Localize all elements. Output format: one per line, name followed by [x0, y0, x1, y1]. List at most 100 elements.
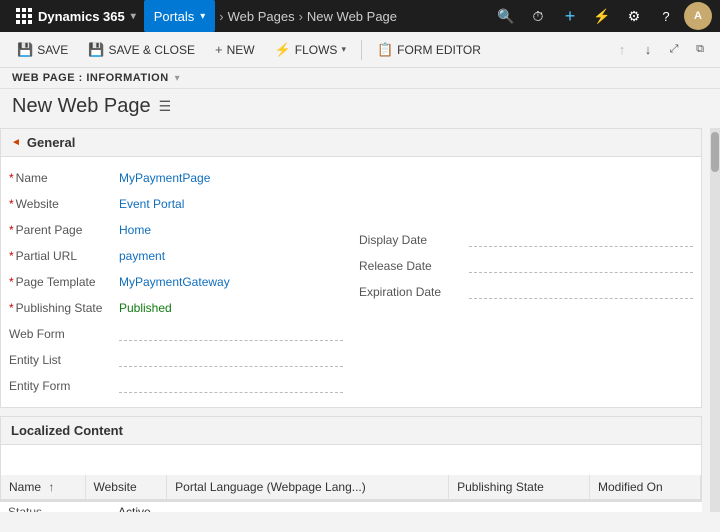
scroll-content: ◄ General Name MyPaymentPage Website Eve…: [0, 128, 702, 512]
field-entity-form: Entity Form: [9, 373, 343, 399]
top-bar: Dynamics 365 ▾ Portals ▾ › Web Pages › N…: [0, 0, 720, 32]
expiration-date-value[interactable]: [469, 283, 693, 299]
save-close-button[interactable]: 💾 SAVE & CLOSE: [79, 36, 204, 64]
command-bar: 💾 SAVE 💾 SAVE & CLOSE + NEW ⚡ FLOWS ▾ 📋 …: [0, 32, 720, 68]
scroll-area: ◄ General Name MyPaymentPage Website Eve…: [0, 128, 720, 512]
col-publishing-state[interactable]: Publishing State: [449, 475, 590, 500]
field-partial-url: Partial URL payment: [9, 243, 343, 269]
breadcrumb-sep-2: ›: [299, 9, 303, 24]
page-template-label: Page Template: [9, 273, 119, 289]
col-website-label: Website: [94, 480, 137, 494]
field-parent-page: Parent Page Home: [9, 217, 343, 243]
current-page-breadcrumb: New Web Page: [307, 9, 397, 24]
new-label: NEW: [227, 43, 255, 57]
add-icon[interactable]: +: [556, 2, 584, 30]
partial-url-label: Partial URL: [9, 247, 119, 263]
save-button[interactable]: 💾 SAVE: [8, 36, 77, 64]
parent-page-value[interactable]: Home: [119, 221, 343, 237]
breadcrumb-chevron[interactable]: ▾: [175, 73, 180, 84]
flows-label: FLOWS: [295, 43, 338, 57]
breadcrumb-sep-1: ›: [219, 9, 223, 24]
web-pages-breadcrumb[interactable]: Web Pages: [228, 9, 295, 24]
localized-body: [1, 445, 701, 475]
entity-form-value[interactable]: [119, 377, 343, 393]
scrollbar-track[interactable]: [710, 128, 720, 512]
field-expiration-date: Expiration Date: [359, 279, 693, 305]
app-logo[interactable]: Dynamics 365 ▾: [8, 8, 144, 24]
search-icon[interactable]: 🔍: [492, 2, 520, 30]
col-name-label: Name: [9, 480, 41, 494]
scrollbar-thumb[interactable]: [711, 132, 719, 172]
publishing-state-label: Publishing State: [9, 299, 119, 315]
field-page-template: Page Template MyPaymentGateway: [9, 269, 343, 295]
breadcrumb-label: WEB PAGE : INFORMATION: [12, 72, 169, 84]
save-close-label: SAVE & CLOSE: [109, 43, 195, 57]
flows-button[interactable]: ⚡ FLOWS ▾: [266, 36, 355, 64]
cmd-right: ↑ ↓ ⤢ ⧉: [610, 38, 712, 62]
parent-page-label: Parent Page: [9, 221, 119, 237]
new-button[interactable]: + NEW: [206, 36, 264, 64]
form-editor-label: FORM EDITOR: [397, 43, 481, 57]
clock-icon[interactable]: ⏱: [524, 2, 552, 30]
col-name[interactable]: Name ↑: [1, 475, 85, 500]
partial-url-value[interactable]: payment: [119, 247, 343, 263]
section-toggle[interactable]: ◄: [11, 137, 21, 148]
save-label: SAVE: [37, 43, 68, 57]
general-form-fields: Name MyPaymentPage Website Event Portal …: [1, 157, 701, 407]
localized-section-header: Localized Content: [1, 417, 701, 445]
general-section-header: ◄ General: [1, 129, 701, 157]
website-value[interactable]: Event Portal: [119, 195, 343, 211]
save-close-icon: 💾: [88, 42, 104, 58]
release-date-value[interactable]: [469, 257, 693, 273]
form-editor-button[interactable]: 📋 FORM EDITOR: [368, 36, 490, 64]
col-website[interactable]: Website: [85, 475, 167, 500]
expiration-date-label: Expiration Date: [359, 283, 469, 299]
save-icon: 💾: [17, 42, 33, 58]
help-icon[interactable]: ?: [652, 2, 680, 30]
avatar[interactable]: A: [684, 2, 712, 30]
expand-button[interactable]: ⤢: [662, 38, 686, 62]
page-template-value[interactable]: MyPaymentGateway: [119, 273, 343, 289]
flows-chevron: ▾: [341, 44, 346, 55]
restore-button[interactable]: ⧉: [688, 38, 712, 62]
display-date-value[interactable]: [469, 231, 693, 247]
display-date-label: Display Date: [359, 231, 469, 247]
cmd-separator: [361, 40, 362, 60]
web-form-value[interactable]: [119, 325, 343, 341]
name-value[interactable]: MyPaymentPage: [119, 169, 343, 185]
field-display-date: Display Date: [359, 227, 693, 253]
col-modified-on-label: Modified On: [598, 480, 663, 494]
form-editor-icon: 📋: [377, 42, 393, 58]
arrow-down-button[interactable]: ↓: [636, 38, 660, 62]
gear-icon[interactable]: ⚙: [620, 2, 648, 30]
field-release-date: Release Date: [359, 253, 693, 279]
web-form-label: Web Form: [9, 325, 119, 341]
entity-list-value[interactable]: [119, 351, 343, 367]
website-label: Website: [9, 195, 119, 211]
col-modified-on[interactable]: Modified On: [589, 475, 700, 500]
sort-arrow: ↑: [48, 480, 54, 494]
localized-section-title: Localized Content: [11, 423, 123, 438]
localized-table: Name ↑ Website Portal Language (Webpage …: [1, 475, 701, 500]
release-date-label: Release Date: [359, 257, 469, 273]
field-publishing-state: Publishing State Published: [9, 295, 343, 321]
portals-label: Portals: [154, 9, 194, 24]
col-portal-lang-label: Portal Language (Webpage Lang...): [175, 480, 366, 494]
grid-icon: [16, 8, 32, 24]
page-title: New Web Page: [12, 95, 151, 118]
name-label: Name: [9, 169, 119, 185]
arrow-up-button[interactable]: ↑: [610, 38, 634, 62]
page-title-row: New Web Page ☰: [0, 89, 720, 128]
form-column-left: Name MyPaymentPage Website Event Portal …: [1, 161, 351, 403]
app-chevron: ▾: [131, 11, 136, 22]
top-bar-right: 🔍 ⏱ + ⚡ ⚙ ? A: [492, 2, 712, 30]
col-portal-lang[interactable]: Portal Language (Webpage Lang...): [167, 475, 449, 500]
flows-icon: ⚡: [275, 42, 291, 58]
filter-icon[interactable]: ⚡: [588, 2, 616, 30]
list-icon[interactable]: ☰: [159, 98, 172, 115]
field-entity-list: Entity List: [9, 347, 343, 373]
general-section-title: General: [27, 135, 75, 150]
app-name: Dynamics 365: [38, 9, 125, 24]
portals-nav[interactable]: Portals ▾: [144, 0, 216, 32]
publishing-state-value[interactable]: Published: [119, 299, 343, 315]
